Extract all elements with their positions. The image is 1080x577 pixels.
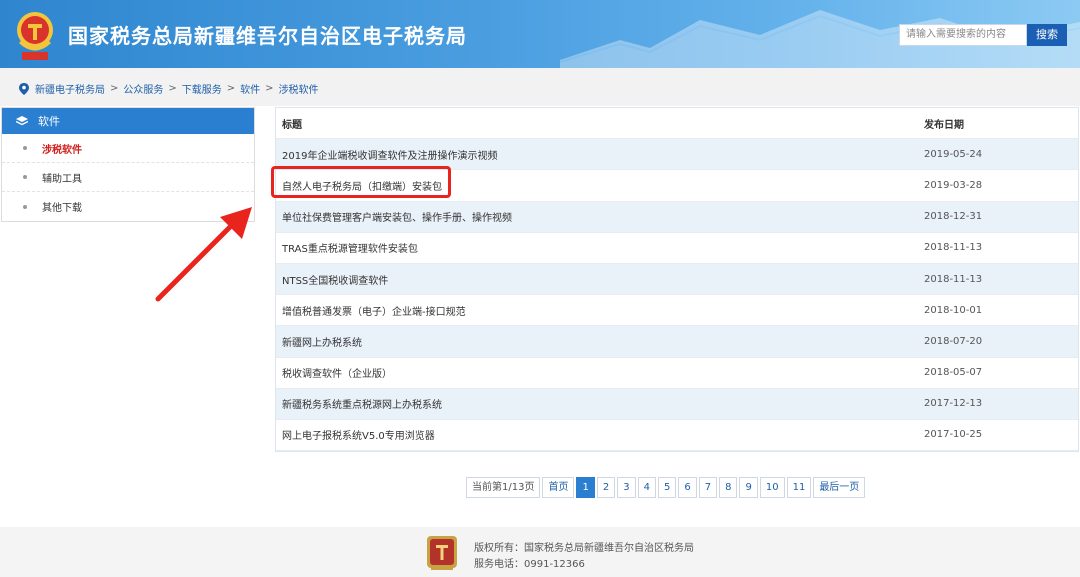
row-title-link[interactable]: 增值税普通发票（电子）企业端-接口规范 (276, 303, 924, 318)
breadcrumb-link[interactable]: 下载服务 (182, 81, 222, 96)
row-title-link[interactable]: 新疆网上办税系统 (276, 334, 924, 349)
row-title-link[interactable]: 税收调查软件（企业版） (276, 365, 924, 380)
column-header-title: 标题 (282, 119, 302, 131)
breadcrumb-link[interactable]: 公众服务 (123, 81, 163, 96)
bullet-dot (23, 175, 27, 179)
row-date: 2019-05-24 (924, 148, 983, 160)
download-table: 标题 发布日期 2019年企业端税收调查软件及注册操作演示视频 2019-05-… (275, 107, 1079, 453)
row-date: 2017-12-13 (924, 398, 983, 410)
search-button[interactable]: 搜索 (1027, 24, 1067, 46)
pagination: 当前第1/13页 首页 1 2 3 4 5 6 7 8 9 10 11 最后一页 (466, 477, 867, 498)
breadcrumb-separator: > (110, 83, 119, 94)
row-title-link[interactable]: 新疆税务系统重点税源网上办税系统 (276, 396, 924, 411)
breadcrumb-current[interactable]: 涉税软件 (279, 81, 319, 96)
breadcrumb-separator: > (168, 83, 177, 94)
table-row[interactable]: TRAS重点税源管理软件安装包 2018-11-13 (276, 233, 1078, 264)
layers-icon (16, 115, 28, 125)
row-date: 2018-11-13 (924, 242, 983, 254)
bullet-dot (23, 146, 27, 150)
footer-copyright: 版权所有：国家税务总局新疆维吾尔自治区税务局 (474, 543, 694, 554)
table-row[interactable]: 增值税普通发票（电子）企业端-接口规范 2018-10-01 (276, 295, 1078, 327)
row-title-link[interactable]: 2019年企业端税收调查软件及注册操作演示视频 (276, 147, 924, 162)
sidebar-heading: 软件 (2, 108, 254, 134)
table-row[interactable]: 税收调查软件（企业版） 2018-05-07 (276, 358, 1078, 389)
first-page-button[interactable]: 首页 (542, 477, 575, 498)
row-date: 2018-12-31 (924, 211, 983, 223)
row-date: 2018-05-07 (924, 367, 983, 379)
footer-phone: 服务电话：0991-12366 (474, 559, 585, 570)
sidebar-item-tools[interactable]: 辅助工具 (2, 163, 254, 192)
row-date: 2018-11-13 (924, 273, 983, 285)
sidebar-heading-label: 软件 (38, 115, 60, 128)
page-button[interactable]: 8 (719, 477, 738, 498)
annotation-arrow (155, 207, 252, 302)
row-date: 2017-10-25 (924, 429, 983, 441)
table-header: 标题 发布日期 (276, 108, 1078, 140)
breadcrumb-separator: > (226, 83, 236, 94)
search-input[interactable]: 请输入需要搜索的内容 (899, 24, 1027, 46)
page-button-current[interactable]: 1 (576, 477, 595, 498)
page-button[interactable]: 6 (678, 477, 697, 498)
tax-emblem-icon (17, 12, 53, 60)
site-header: 国家税务总局新疆维吾尔自治区电子税务局 请输入需要搜索的内容 搜索 (0, 0, 1080, 68)
table-row[interactable]: NTSS全国税收调查软件 2018-11-13 (276, 263, 1078, 296)
table-row[interactable]: 单位社保费管理客户端安装包、操作手册、操作视频 2018-12-31 (276, 201, 1078, 233)
sidebar-item-tax-software[interactable]: 涉税软件 (2, 134, 254, 163)
location-pin-icon (19, 82, 29, 95)
tax-emblem-icon (427, 536, 457, 570)
page-button[interactable]: 10 (759, 477, 785, 498)
page-button[interactable]: 11 (786, 477, 812, 498)
breadcrumb-link[interactable]: 软件 (240, 81, 260, 96)
row-date: 2019-03-28 (924, 179, 983, 191)
site-title: 国家税务总局新疆维吾尔自治区电子税务局 (68, 24, 467, 48)
page-button[interactable]: 4 (637, 477, 656, 498)
row-date: 2018-07-20 (924, 335, 983, 347)
page-info: 当前第1/13页 (466, 477, 541, 498)
row-title-link[interactable]: 网上电子报税系统V5.0专用浏览器 (276, 427, 924, 442)
last-page-button[interactable]: 最后一页 (813, 477, 866, 498)
page-button[interactable]: 2 (596, 477, 616, 498)
breadcrumb-link[interactable]: 新疆电子税务局 (35, 81, 105, 96)
page-button[interactable]: 3 (617, 477, 636, 498)
row-title-link[interactable]: TRAS重点税源管理软件安装包 (276, 240, 924, 255)
sidebar-item-label: 辅助工具 (42, 173, 82, 185)
annotation-highlight-box (271, 166, 451, 198)
bullet-dot (23, 204, 27, 209)
breadcrumb: 新疆电子税务局 > 公众服务 > 下载服务 > 软件 > 涉税软件 (19, 81, 319, 96)
page-button[interactable]: 9 (739, 477, 758, 498)
sidebar-item-label: 其他下载 (42, 203, 82, 214)
footer-text: 版权所有：国家税务总局新疆维吾尔自治区税务局 服务电话：0991-12366 (474, 541, 694, 573)
table-row[interactable]: 网上电子报税系统V5.0专用浏览器 2017-10-25 (276, 420, 1078, 452)
page-button[interactable]: 7 (698, 477, 718, 498)
page-button[interactable]: 5 (657, 477, 677, 498)
row-title-link[interactable]: 单位社保费管理客户端安装包、操作手册、操作视频 (276, 209, 924, 224)
table-row[interactable]: 新疆税务系统重点税源网上办税系统 2017-12-13 (276, 388, 1078, 420)
table-row[interactable]: 新疆网上办税系统 2018-07-20 (276, 326, 1078, 358)
column-header-date: 发布日期 (924, 119, 964, 131)
breadcrumb-separator: > (265, 83, 274, 94)
sidebar-item-label: 涉税软件 (42, 144, 82, 156)
row-title-link[interactable]: NTSS全国税收调查软件 (276, 272, 924, 287)
row-date: 2018-10-01 (924, 304, 983, 316)
